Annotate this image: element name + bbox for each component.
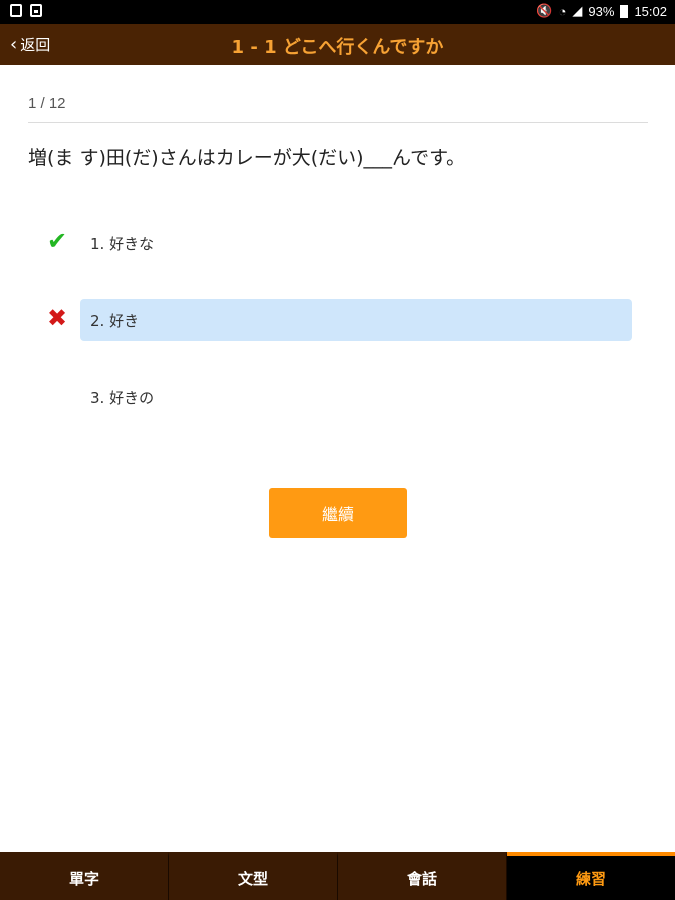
clock: 15:02 xyxy=(634,3,667,19)
status-bar: 🔇 ◔ ◢ 93% 15:02 xyxy=(0,0,675,24)
back-label: 返回 xyxy=(20,36,51,54)
wifi-icon: ◔ xyxy=(558,3,567,19)
answer-option-2[interactable]: 2. 好き xyxy=(80,299,632,341)
tab-practice[interactable]: 練習 xyxy=(507,852,675,900)
tab-label: 單字 xyxy=(68,869,99,888)
answer-option-3[interactable]: 3. 好きの xyxy=(80,376,632,418)
cross-icon: ✖ xyxy=(46,304,68,332)
notification-icons xyxy=(10,4,42,17)
mute-icon: 🔇 xyxy=(536,3,553,18)
answer-option-label: 1. 好きな xyxy=(90,234,155,253)
tab-label: 文型 xyxy=(237,869,268,888)
quiz-progress: 1 / 12 xyxy=(28,95,66,112)
back-button[interactable]: ‹ 返回 xyxy=(10,34,50,55)
question-text: 増(ま す)田(だ)さんはカレーが大(だい)___んです。 xyxy=(28,147,466,169)
status-right: 🔇 ◔ ◢ 93% 15:02 xyxy=(536,3,667,19)
answer-option-label: 3. 好きの xyxy=(90,388,155,407)
answer-option-1[interactable]: 1. 好きな xyxy=(80,222,632,264)
answer-option-label: 2. 好き xyxy=(90,311,140,330)
battery-icon xyxy=(620,4,629,18)
tab-vocabulary[interactable]: 單字 xyxy=(0,852,169,900)
image-notification-icon xyxy=(30,4,42,17)
tab-sentence-patterns[interactable]: 文型 xyxy=(169,852,338,900)
divider xyxy=(28,122,648,123)
page-title: 1 - 1 どこへ行くんですか xyxy=(231,37,444,58)
tab-label: 練習 xyxy=(575,869,606,888)
continue-button[interactable]: 繼續 xyxy=(269,488,407,538)
tab-label: 會話 xyxy=(406,869,437,888)
bottom-nav: 單字 文型 會話 練習 xyxy=(0,852,675,900)
notification-icon xyxy=(10,4,22,17)
continue-label: 繼續 xyxy=(321,505,354,524)
check-icon: ✔ xyxy=(46,227,68,255)
tab-conversation[interactable]: 會話 xyxy=(338,852,507,900)
app-header: ‹ 返回 1 - 1 どこへ行くんですか xyxy=(0,24,675,65)
back-chevron-icon: ‹ xyxy=(10,33,18,55)
battery-percent: 93% xyxy=(588,3,615,19)
signal-icon: ◢ xyxy=(572,3,583,18)
